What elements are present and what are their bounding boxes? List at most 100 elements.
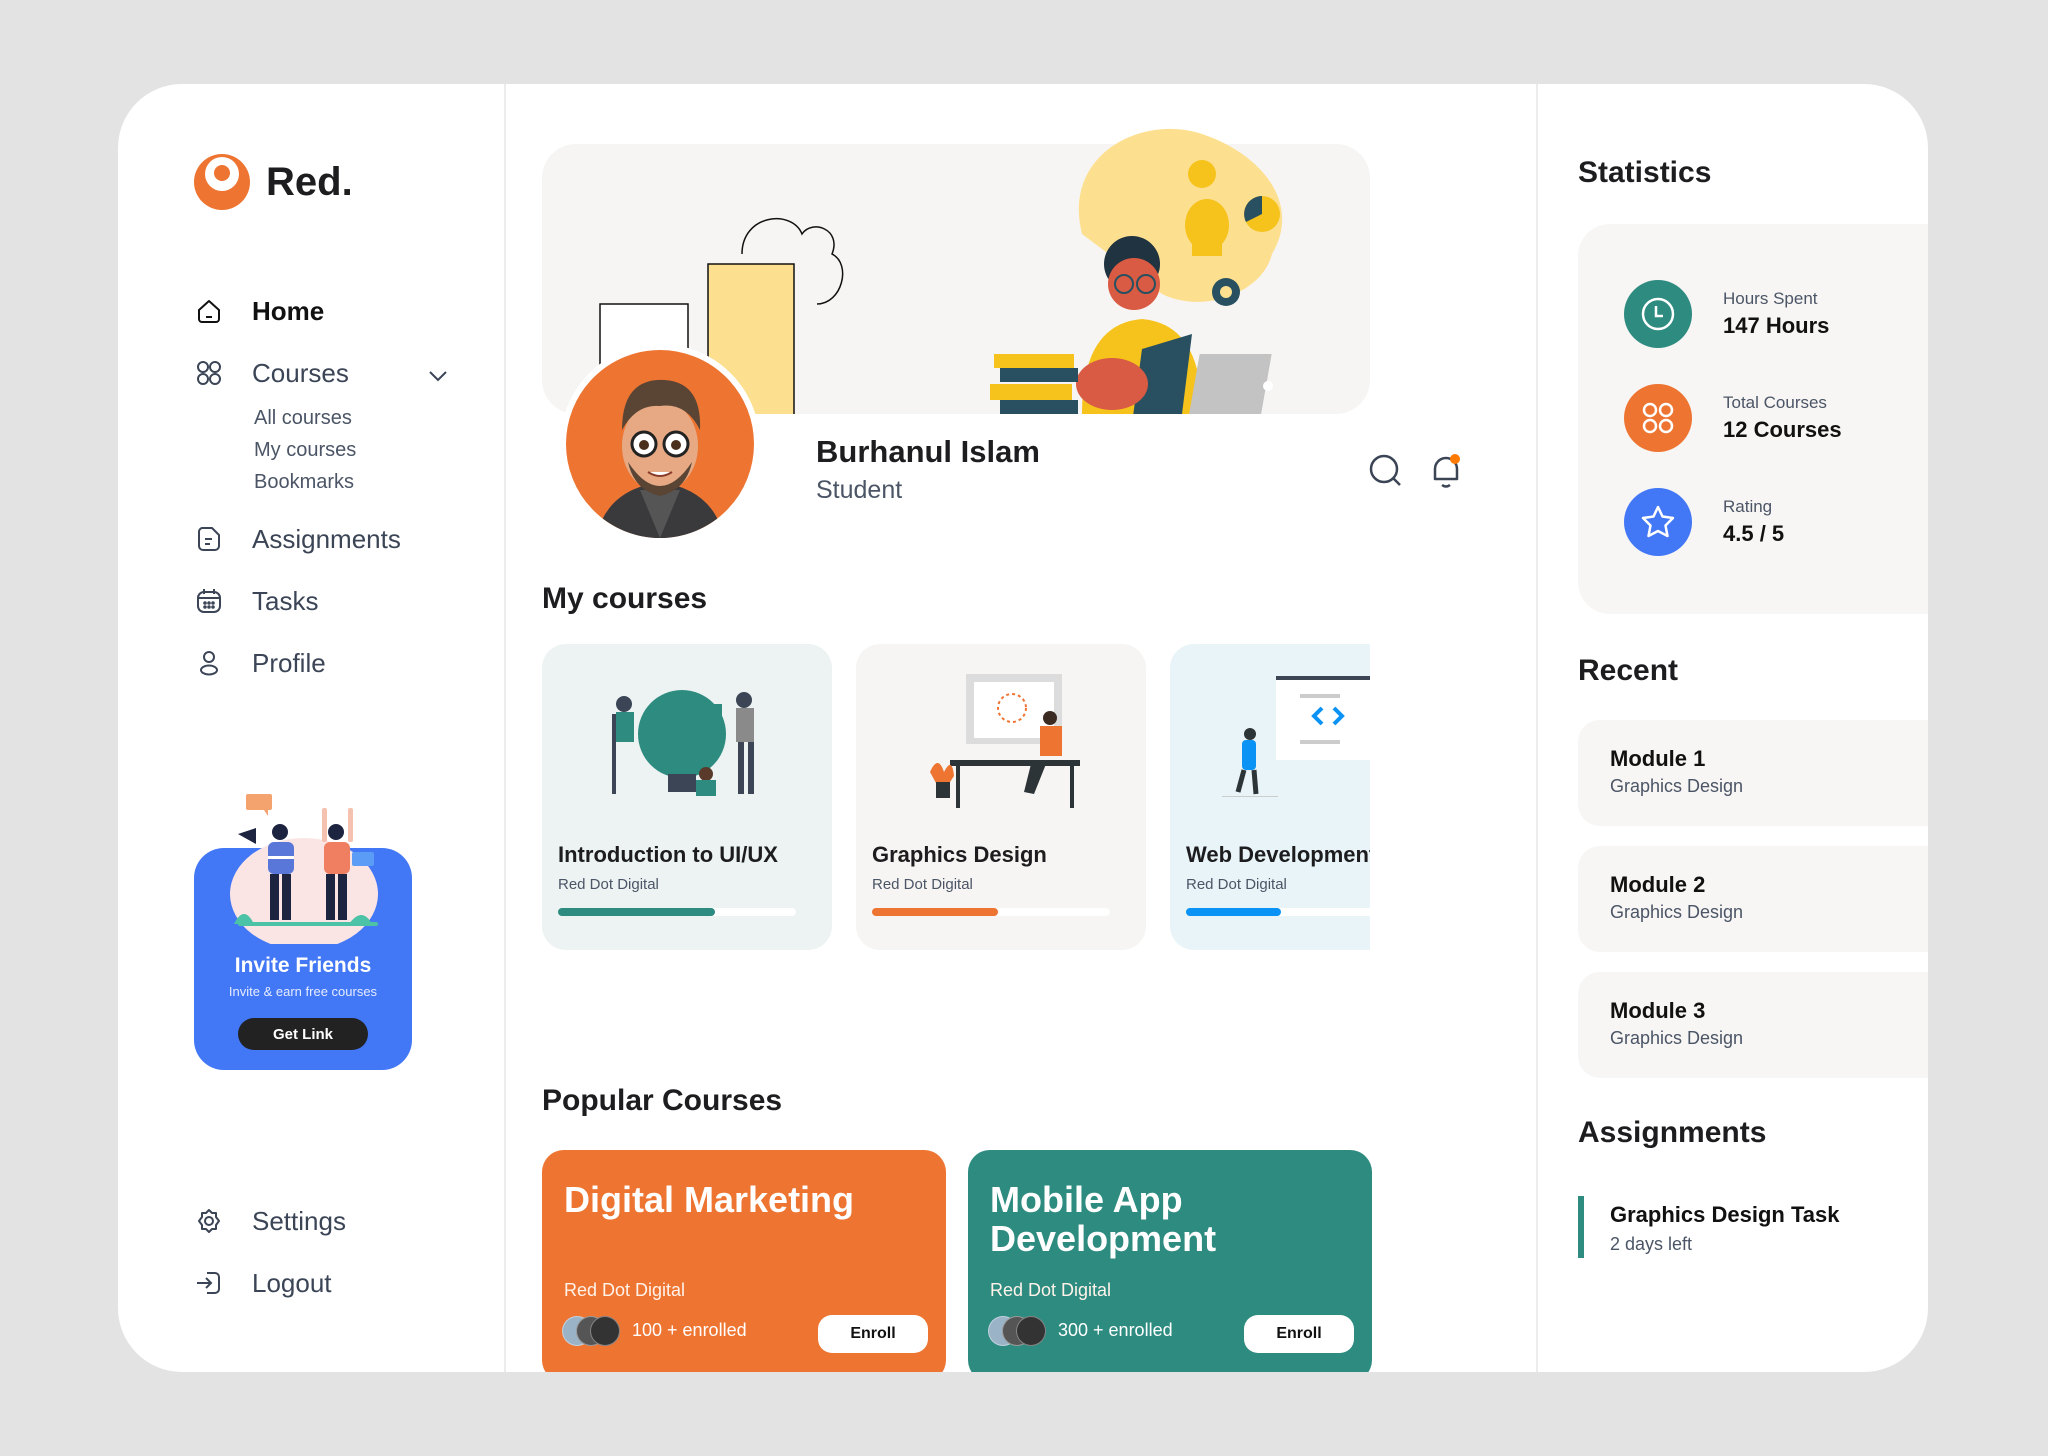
assignment-item[interactable]: Graphics Design Task 2 days left xyxy=(1578,1196,1928,1258)
user-icon xyxy=(194,648,224,678)
course-card[interactable]: Introduction to UI/UX Red Dot Digital xyxy=(542,644,832,950)
my-courses-title: My courses xyxy=(542,582,708,615)
sidebar-item-label: Profile xyxy=(252,647,326,678)
course-progress-bar xyxy=(558,908,796,916)
popular-course-org: Red Dot Digital xyxy=(564,1280,686,1300)
sidebar: Red. Home Courses All courses My courses… xyxy=(118,84,504,1372)
sidebar-item-assignments[interactable]: Assignments xyxy=(194,508,454,570)
stat-label: Total Courses xyxy=(1723,393,1827,412)
progress-fill xyxy=(1186,908,1282,916)
avatar xyxy=(1016,1316,1046,1346)
course-illustration xyxy=(930,674,1080,808)
invite-title: Invite Friends xyxy=(234,954,372,977)
enroll-button[interactable]: Enroll xyxy=(1244,1315,1354,1353)
popular-course-card[interactable]: Digital Marketing Red Dot Digital 100 + … xyxy=(542,1150,946,1372)
enrolled-count: 300 + enrolled xyxy=(1058,1320,1173,1340)
course-title: Introduction to UI/UX xyxy=(558,842,778,867)
popular-course-card[interactable]: Mobile App Development Red Dot Digital 3… xyxy=(968,1150,1372,1372)
module-subtitle: Graphics Design xyxy=(1610,776,1744,796)
course-title: Graphics Design xyxy=(872,842,1047,867)
assignment-title: Graphics Design Task xyxy=(1610,1202,1840,1227)
module-title: Module 2 xyxy=(1610,872,1706,897)
sidebar-item-label: Assignments xyxy=(252,523,401,554)
sidebar-item-home[interactable]: Home xyxy=(194,280,454,342)
course-card[interactable]: Graphics Design Red Dot Digital xyxy=(856,644,1146,950)
courses-submenu: All courses My courses Bookmarks xyxy=(194,402,454,498)
popular-course-title: Digital Marketing xyxy=(564,1179,855,1220)
recent-module[interactable]: Module 3 Graphics Design xyxy=(1578,972,1928,1078)
statistics-card: Hours Spent 147 Hours Total Courses 12 C… xyxy=(1578,224,1928,614)
statistics-title: Statistics xyxy=(1578,156,1712,189)
sidebar-item-tasks[interactable]: Tasks xyxy=(194,570,454,632)
search-icon xyxy=(1369,454,1401,486)
sidebar-item-label: Logout xyxy=(252,1267,332,1298)
profile-avatar[interactable] xyxy=(560,344,760,544)
module-title: Module 1 xyxy=(1610,746,1706,771)
course-card[interactable]: Web Development Red Dot Digital xyxy=(1170,644,1370,950)
avatar-illustration xyxy=(596,379,724,538)
bell-icon xyxy=(1433,454,1460,488)
grid-icon xyxy=(194,358,224,388)
profile-role: Student xyxy=(816,476,903,504)
course-title: Web Development xyxy=(1186,842,1370,867)
enrolled-count: 100 + enrolled xyxy=(632,1320,747,1340)
progress-fill xyxy=(558,908,716,916)
stat-label: Rating xyxy=(1723,497,1773,516)
sidebar-item-logout[interactable]: Logout xyxy=(194,1252,346,1314)
main-content: Burhanul Islam Student My courses Introd… xyxy=(506,84,1536,1372)
stat-hours: Hours Spent 147 Hours xyxy=(1624,280,1829,348)
sidebar-item-courses[interactable]: Courses xyxy=(194,342,454,404)
stat-label: Hours Spent xyxy=(1723,289,1818,308)
avatar xyxy=(590,1316,620,1346)
submenu-bookmarks[interactable]: Bookmarks xyxy=(254,466,454,498)
get-link-button[interactable]: Get Link xyxy=(238,1018,368,1050)
course-org: Red Dot Digital xyxy=(558,876,659,893)
enroll-button[interactable]: Enroll xyxy=(818,1315,928,1353)
stat-rating: Rating 4.5 / 5 xyxy=(1624,488,1784,556)
main-nav: Home Courses All courses My courses Book… xyxy=(194,280,454,694)
grid-icon xyxy=(1624,384,1692,452)
notifications-button[interactable] xyxy=(1424,449,1468,493)
logout-icon xyxy=(194,1268,224,1298)
popular-courses-title: Popular Courses xyxy=(542,1084,783,1117)
assignment-due: 2 days left xyxy=(1610,1234,1693,1254)
module-title: Module 3 xyxy=(1610,998,1706,1023)
stat-value: 147 Hours xyxy=(1723,313,1830,338)
right-panel: Statistics Hours Spent 147 Hours Total C… xyxy=(1538,84,1928,1372)
app-window: Red. Home Courses All courses My courses… xyxy=(118,84,1928,1372)
chevron-down-icon[interactable] xyxy=(428,358,448,389)
sidebar-item-settings[interactable]: Settings xyxy=(194,1190,346,1252)
enrolled-avatars xyxy=(988,1316,1048,1348)
calendar-icon xyxy=(194,586,224,616)
module-subtitle: Graphics Design xyxy=(1610,902,1744,922)
assignments-title: Assignments xyxy=(1578,1116,1767,1149)
profile-name: Burhanul Islam xyxy=(816,434,1040,469)
course-illustration xyxy=(612,690,754,796)
invite-subtitle: Invite & earn free courses xyxy=(228,984,378,999)
submenu-my-courses[interactable]: My courses xyxy=(254,434,454,466)
stat-value: 4.5 / 5 xyxy=(1723,521,1785,546)
recent-module[interactable]: Module 1 Graphics Design xyxy=(1578,720,1928,826)
document-icon xyxy=(194,524,224,554)
module-subtitle: Graphics Design xyxy=(1610,1028,1744,1048)
star-icon xyxy=(1624,488,1692,556)
brand-logo[interactable]: Red. xyxy=(194,154,353,210)
sidebar-item-label: Tasks xyxy=(252,585,319,616)
invite-illustration xyxy=(230,794,378,944)
sidebar-item-label: Home xyxy=(252,295,325,326)
course-progress-bar xyxy=(1186,908,1370,916)
invite-friends-card: Invite Friends Invite & earn free course… xyxy=(194,794,412,1070)
course-org: Red Dot Digital xyxy=(872,876,973,893)
recent-module[interactable]: Module 2 Graphics Design xyxy=(1578,846,1928,952)
submenu-all-courses[interactable]: All courses xyxy=(254,402,454,434)
popular-course-title: Mobile App Development xyxy=(990,1179,1217,1259)
assignment-accent-bar xyxy=(1578,1196,1584,1258)
gear-icon xyxy=(194,1206,224,1236)
my-courses-carousel: Introduction to UI/UX Red Dot Digital Gr… xyxy=(542,644,1370,950)
enrolled-avatars xyxy=(562,1316,622,1348)
bottom-nav: Settings Logout xyxy=(194,1190,346,1314)
sidebar-item-profile[interactable]: Profile xyxy=(194,632,454,694)
stat-value: 12 Courses xyxy=(1723,417,1842,442)
brand-name: Red. xyxy=(266,159,353,204)
search-button[interactable] xyxy=(1364,449,1408,493)
